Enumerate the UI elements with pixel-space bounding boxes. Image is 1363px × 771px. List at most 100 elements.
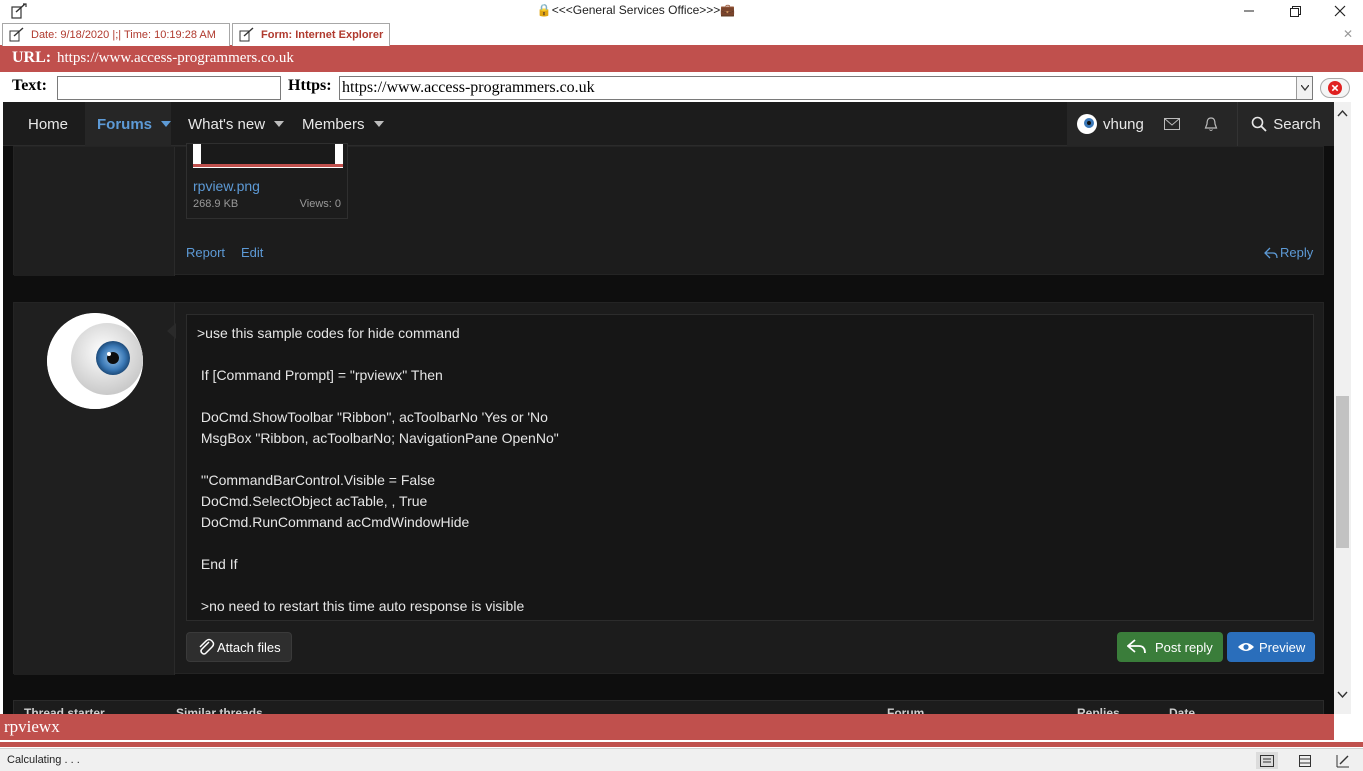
- close-tab-icon[interactable]: ✕: [1343, 27, 1353, 41]
- preview-label: Preview: [1259, 639, 1306, 655]
- bell-icon[interactable]: [1204, 102, 1218, 146]
- nav-forums-label: Forums: [97, 115, 153, 133]
- nav-whats-new[interactable]: What's new: [188, 102, 285, 146]
- avatar-eye-icon: [1077, 114, 1097, 134]
- https-value: https://www.access-programmers.co.uk: [342, 79, 595, 96]
- editor-line: MsgBox "Ribbon, acToolbarNo; NavigationP…: [197, 430, 559, 446]
- chevron-down-icon[interactable]: [161, 121, 172, 127]
- editor-line: '"CommandBarControl.Visible = False: [197, 472, 436, 488]
- design-view-icon[interactable]: [1332, 752, 1354, 769]
- thumbnail-bar: [193, 164, 343, 167]
- attachment-name[interactable]: rpview.png: [193, 178, 260, 194]
- editor-line: >no need to restart this time auto respo…: [197, 598, 525, 614]
- attachment-views: Views: 0: [299, 198, 341, 210]
- col-thread-starter: Thread starter: [24, 706, 105, 714]
- close-circle-icon: [1328, 81, 1342, 95]
- chevron-down-icon[interactable]: [373, 121, 384, 127]
- reply-icon: [1127, 639, 1146, 654]
- window-title: 🔒<<<General Services Office>>>💼: [536, 3, 736, 17]
- attachment-thumbnail[interactable]: [193, 144, 343, 168]
- clear-url-button[interactable]: [1320, 78, 1350, 98]
- url-value: https://www.access-programmers.co.uk: [57, 50, 294, 66]
- command-text[interactable]: rpviewx: [4, 717, 60, 737]
- nav-members-label: Members: [302, 115, 365, 133]
- col-similar-threads: Similar threads: [176, 706, 263, 714]
- editor-line: DoCmd.RunCommand acCmdWindowHide: [197, 514, 470, 530]
- attachment-card[interactable]: rpview.png 268.9 KB Views: 0: [186, 143, 348, 219]
- chevron-down-icon[interactable]: [1296, 77, 1312, 99]
- paperclip-icon: [199, 638, 215, 655]
- report-link[interactable]: Report: [186, 245, 225, 260]
- username: vhung: [1103, 115, 1144, 133]
- form-icon: [239, 27, 254, 42]
- reply-label: Reply: [1280, 245, 1314, 260]
- url-label: URL:: [12, 49, 52, 66]
- nav-home[interactable]: Home: [28, 102, 68, 146]
- form-icon: [9, 27, 24, 42]
- search-icon: [1251, 116, 1267, 132]
- post-user-column: [14, 303, 175, 675]
- datasheet-view-icon[interactable]: [1294, 752, 1316, 769]
- address-row: Text: Https: https://www.access-programm…: [0, 72, 1363, 102]
- text-label: Text:: [12, 77, 47, 94]
- scrollbar-thumb[interactable]: [1336, 396, 1349, 548]
- editor-text[interactable]: >use this sample codes for hide command …: [197, 323, 1297, 617]
- editor-line: >use this sample codes for hide command: [197, 325, 460, 341]
- editor-line: If [Command Prompt] = "rpviewx" Then: [197, 367, 443, 383]
- browser-content: Home Forums What's new Members vhung Sea…: [3, 102, 1334, 714]
- nav-whats-new-label: What's new: [188, 115, 266, 133]
- message-editor[interactable]: >use this sample codes for hide command …: [186, 314, 1314, 621]
- editor-line: DoCmd.SelectObject acTable, , True: [197, 493, 428, 509]
- col-replies: Replies: [1077, 706, 1120, 714]
- attach-files-button[interactable]: Attach files: [186, 632, 292, 662]
- eye-icon: [47, 313, 143, 409]
- window-title-bar: 🔒<<<General Services Office>>>💼: [0, 0, 1363, 22]
- reply-icon: [1264, 247, 1278, 258]
- close-window-button[interactable]: [1317, 0, 1363, 22]
- nav-members[interactable]: Members: [302, 102, 384, 146]
- text-input[interactable]: [57, 76, 281, 100]
- https-combo[interactable]: https://www.access-programmers.co.uk: [339, 76, 1313, 100]
- chevron-down-icon[interactable]: [274, 121, 285, 127]
- forum-navbar: Home Forums What's new Members vhung Sea…: [3, 102, 1334, 146]
- chevron-up-icon[interactable]: [1337, 104, 1348, 122]
- nav-user-area: vhung Search: [1067, 102, 1334, 146]
- post-reply-label: Post reply: [1155, 639, 1213, 655]
- search-button[interactable]: Search: [1237, 102, 1334, 146]
- vertical-scrollbar[interactable]: [1334, 102, 1351, 714]
- attachment-size: 268.9 KB: [193, 198, 239, 210]
- form-tabs: Date: 9/18/2020 |;| Time: 10:19:28 AM Fo…: [0, 22, 1363, 46]
- bubble-arrow: [167, 323, 176, 339]
- nav-forums[interactable]: Forums: [85, 102, 172, 146]
- restore-button[interactable]: [1272, 0, 1318, 22]
- chevron-down-icon[interactable]: [1337, 686, 1348, 704]
- eye-icon: [1238, 643, 1254, 651]
- editor-line: End If: [197, 556, 238, 572]
- user-menu[interactable]: vhung: [1076, 102, 1144, 146]
- minimize-button[interactable]: [1226, 0, 1272, 22]
- https-label: Https:: [288, 77, 332, 94]
- inbox-icon[interactable]: [1164, 102, 1180, 146]
- tab-internet-explorer[interactable]: Form: Internet Explorer: [232, 23, 390, 46]
- quick-reply: >use this sample codes for hide command …: [13, 302, 1324, 675]
- divider: [0, 742, 1363, 747]
- thumbnail-image: [201, 144, 335, 164]
- preview-button[interactable]: Preview: [1227, 632, 1315, 662]
- editor-line: DoCmd.ShowToolbar "Ribbon", acToolbarNo …: [197, 409, 548, 425]
- col-date: Date: [1169, 706, 1196, 714]
- search-label: Search: [1273, 115, 1321, 133]
- attach-files-label: Attach files: [217, 639, 281, 655]
- post-reply-button[interactable]: Post reply: [1117, 632, 1223, 662]
- edit-link[interactable]: Edit: [241, 245, 263, 260]
- tab-date-time[interactable]: Date: 9/18/2020 |;| Time: 10:19:28 AM: [2, 23, 230, 46]
- similar-threads-header: Thread starter Similar threads Forum Rep…: [13, 700, 1324, 714]
- reply-link[interactable]: Reply: [1264, 245, 1313, 260]
- avatar[interactable]: [47, 313, 143, 409]
- form-view-icon[interactable]: [1256, 752, 1278, 769]
- tab-label: Date: 9/18/2020 |;| Time: 10:19:28 AM: [31, 29, 216, 41]
- status-text: Calculating . . .: [7, 754, 80, 766]
